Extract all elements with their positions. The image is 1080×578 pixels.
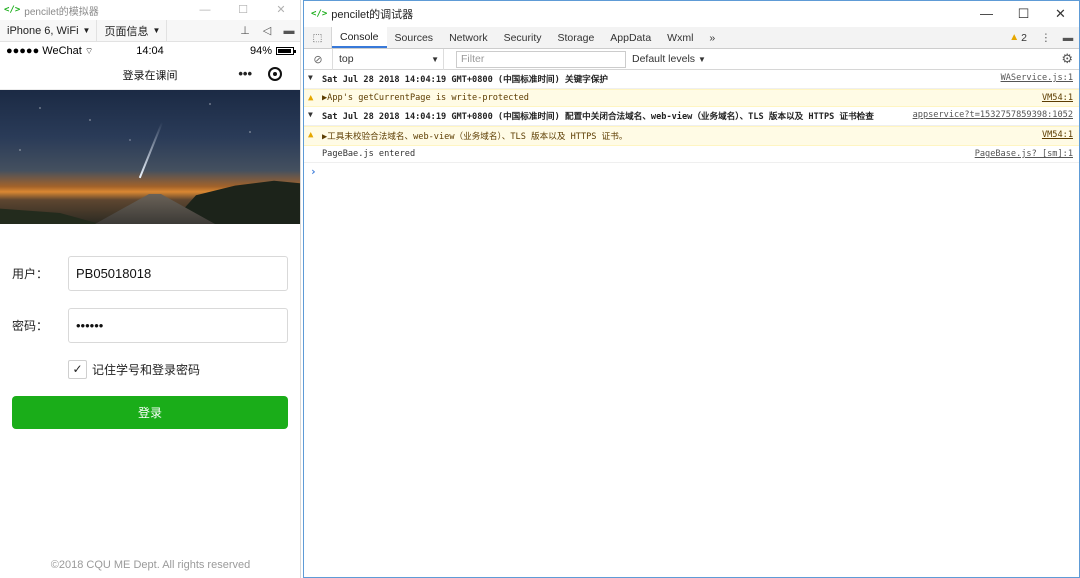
- user-label: 用户：: [12, 267, 49, 281]
- warning-icon: ▲: [308, 93, 314, 103]
- more-tabs-icon[interactable]: »: [701, 27, 723, 48]
- capsule-menu: •••: [238, 66, 282, 81]
- tab-security[interactable]: Security: [496, 27, 550, 48]
- message-text: ▶App's getCurrentPage is write-protected: [322, 93, 529, 103]
- remember-row: ✓ 记住学号和登录密码: [12, 358, 288, 380]
- gear-icon[interactable]: ⚙: [1061, 51, 1073, 67]
- message-text: ▶工具未校验合法域名、web-view（业务域名）、TLS 版本以及 HTTPS…: [322, 132, 628, 142]
- page-info-label: 页面信息: [104, 25, 149, 38]
- filter-input[interactable]: Filter: [456, 50, 626, 68]
- dock-icon[interactable]: ▬: [278, 25, 300, 37]
- console-filterbar: ⊘ top ▼ Filter Default levels ▼ ⚙: [304, 48, 1079, 70]
- context-select[interactable]: top ▼: [332, 48, 444, 70]
- battery-icon: [276, 47, 296, 55]
- dock-side-icon[interactable]: ▬: [1057, 32, 1079, 44]
- debugger-titlebar[interactable]: </> pencilet的调试器 — ☐ ✕: [304, 1, 1079, 27]
- code-icon: </>: [4, 5, 21, 15]
- password-label: 密码：: [12, 319, 49, 333]
- password-input[interactable]: ••••••: [68, 308, 288, 343]
- minimize-icon[interactable]: —: [186, 0, 224, 20]
- device-select[interactable]: iPhone 6, WiFi ▼: [0, 19, 98, 42]
- tab-wxml[interactable]: Wxml: [659, 27, 701, 48]
- log-levels-select[interactable]: Default levels ▼: [632, 53, 706, 65]
- tab-network[interactable]: Network: [441, 27, 496, 48]
- kebab-menu-icon[interactable]: ⋮: [1035, 32, 1057, 44]
- warning-count: 2: [1021, 31, 1027, 44]
- maximize-icon[interactable]: ☐: [1005, 1, 1042, 27]
- check-icon: ✓: [72, 362, 83, 376]
- source-link[interactable]: WAService.js:1: [1001, 73, 1073, 83]
- console-warning[interactable]: ▲ ▶App's getCurrentPage is write-protect…: [304, 89, 1079, 107]
- warning-icon: ▲: [308, 130, 314, 140]
- chevron-down-icon: ▼: [82, 26, 91, 35]
- clear-console-icon[interactable]: ⊘: [304, 53, 332, 66]
- console-message[interactable]: PageBae.js entered PageBase.js? [sm]:1: [304, 146, 1079, 163]
- simulator-title: pencilet的模拟器: [24, 6, 99, 18]
- message-text: Sat Jul 28 2018 14:04:19 GMT+0800 (中国标准时…: [322, 75, 608, 85]
- devtools-tabbar: ⬚ Console Sources Network Security Stora…: [304, 27, 1079, 49]
- tab-storage[interactable]: Storage: [550, 27, 603, 48]
- expand-caret-icon[interactable]: ▼: [308, 73, 322, 82]
- expand-caret-icon[interactable]: ▼: [308, 110, 322, 119]
- source-link[interactable]: VM54:1: [1042, 130, 1073, 140]
- warning-counter[interactable]: ▲ 2: [1001, 32, 1035, 44]
- chevron-down-icon: ▼: [152, 26, 161, 35]
- mini-program-navbar: 登录在课间 •••: [0, 60, 300, 90]
- simulator-titlebar[interactable]: </> pencilet的模拟器 — ☐ ✕: [0, 0, 300, 20]
- context-value: top: [339, 53, 354, 65]
- login-form: 用户： PB05018018 密码： •••••• ✓ 记住学号和登录密码 登录: [0, 224, 300, 429]
- console-warning[interactable]: ▲ ▶工具未校验合法域名、web-view（业务域名）、TLS 版本以及 HTT…: [304, 126, 1079, 146]
- simulator-toolbar: iPhone 6, WiFi ▼ 页面信息 ▼ ⊥ ◁ ▬: [0, 19, 300, 42]
- password-row: 密码： ••••••: [12, 308, 288, 343]
- status-time: 14:04: [136, 45, 164, 57]
- warning-icon: ▲: [1009, 32, 1020, 43]
- user-input[interactable]: PB05018018: [68, 256, 288, 291]
- debugger-window: </> pencilet的调试器 — ☐ ✕ ⬚ Console Sources…: [303, 0, 1080, 578]
- volume-icon[interactable]: ◁: [256, 24, 278, 37]
- page-info-select[interactable]: 页面信息 ▼: [97, 19, 168, 42]
- remember-label: 记住学号和登录密码: [92, 362, 201, 377]
- user-row: 用户： PB05018018: [12, 256, 288, 291]
- debugger-title: pencilet的调试器: [331, 9, 414, 21]
- dropdown-arrow-icon: ▼: [697, 55, 706, 64]
- source-link[interactable]: appservice?t=1532757859398:1052: [913, 110, 1073, 120]
- tab-console[interactable]: Console: [332, 27, 387, 48]
- device-label: iPhone 6, WiFi: [7, 24, 79, 37]
- console-message[interactable]: ▼ Sat Jul 28 2018 14:04:19 GMT+0800 (中国标…: [304, 70, 1079, 89]
- simulator-window: </> pencilet的模拟器 — ☐ ✕ iPhone 6, WiFi ▼ …: [0, 0, 301, 578]
- source-link[interactable]: VM54:1: [1042, 93, 1073, 103]
- remember-checkbox[interactable]: ✓: [68, 359, 87, 379]
- login-button[interactable]: 登录: [12, 396, 288, 429]
- close-miniprogram-icon[interactable]: [268, 66, 282, 81]
- desktop: </> pencilet的模拟器 — ☐ ✕ iPhone 6, WiFi ▼ …: [0, 0, 1080, 578]
- code-icon: </>: [311, 9, 328, 19]
- source-link[interactable]: PageBase.js? [sm]:1: [975, 149, 1073, 159]
- message-text: PageBae.js entered: [322, 149, 416, 159]
- message-text: Sat Jul 28 2018 14:04:19 GMT+0800 (中国标准时…: [322, 112, 874, 122]
- tab-appdata[interactable]: AppData: [602, 27, 659, 48]
- close-icon[interactable]: ✕: [1042, 1, 1079, 27]
- maximize-icon[interactable]: ☐: [224, 0, 262, 20]
- console-message[interactable]: ▼ Sat Jul 28 2018 14:04:19 GMT+0800 (中国标…: [304, 107, 1079, 126]
- dropdown-arrow-icon: ▼: [431, 54, 439, 64]
- log-levels-label: Default levels: [632, 53, 696, 65]
- copyright-footer: ©2018 CQU ME Dept. All rights reserved: [50, 559, 251, 571]
- tab-sources[interactable]: Sources: [387, 27, 442, 48]
- page-title: 登录在课间: [122, 69, 178, 82]
- console-output: ▼ Sat Jul 28 2018 14:04:19 GMT+0800 (中国标…: [304, 70, 1079, 180]
- phone-status-bar: ●●●●● WeChat ⌔ 14:04 94%: [0, 42, 300, 60]
- banner-image: [0, 90, 300, 224]
- minimize-icon[interactable]: —: [968, 1, 1005, 27]
- close-icon[interactable]: ✕: [262, 0, 300, 20]
- pin-icon[interactable]: ⊥: [234, 24, 256, 37]
- inspect-element-icon[interactable]: ⬚: [304, 27, 332, 48]
- console-prompt[interactable]: ›: [304, 163, 1079, 180]
- more-icon[interactable]: •••: [238, 66, 252, 81]
